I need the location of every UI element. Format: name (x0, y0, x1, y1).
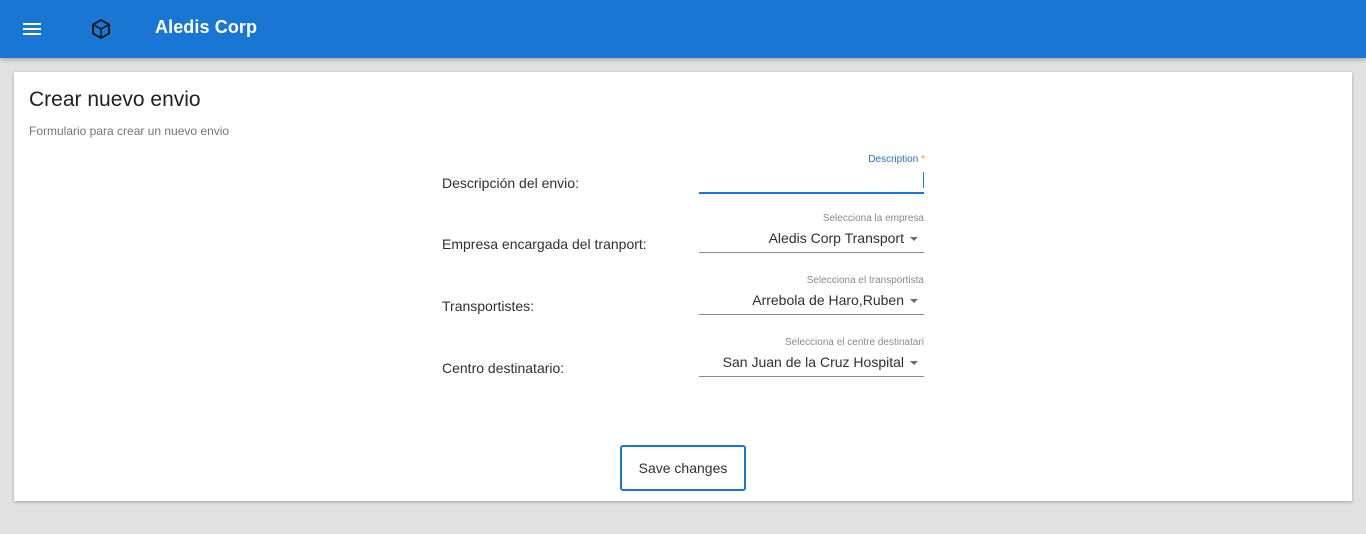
description-row-label: Descripción del envio: (442, 175, 579, 191)
transportista-selected-value[interactable]: Arrebola de Haro,Ruben (752, 292, 904, 308)
dropdown-arrow-icon[interactable] (910, 237, 918, 241)
menu-button[interactable] (14, 11, 50, 47)
centro-selected-value[interactable]: San Juan de la Cruz Hospital (723, 354, 904, 370)
app-title: Aledis Corp (155, 17, 258, 37)
page-subtitle: Formulario para crear un nuevo envio (29, 124, 230, 138)
save-button[interactable]: Save changes (620, 445, 746, 491)
transportista-underline (699, 314, 924, 315)
description-field-label: Description * (868, 154, 925, 165)
app-bar: Aledis Corp (0, 0, 1366, 58)
dropdown-arrow-icon[interactable] (910, 299, 918, 303)
transportista-row-label: Transportistes: (442, 298, 535, 314)
description-underline (699, 192, 924, 194)
empresa-selected-value[interactable]: Aledis Corp Transport (769, 230, 904, 246)
logo (88, 16, 114, 42)
page-title: Crear nuevo envio (29, 88, 201, 111)
transportista-select[interactable]: Selecciona el transportista Arrebola de … (699, 275, 924, 315)
centro-row-label: Centro destinatario: (442, 360, 565, 376)
centro-field-label: Selecciona el centre destinatari (785, 337, 924, 348)
transportista-field-label: Selecciona el transportista (806, 275, 924, 286)
cube-icon (92, 19, 110, 39)
text-cursor (923, 172, 924, 188)
empresa-row-label: Empresa encargada del tranport: (442, 236, 647, 252)
empresa-select[interactable]: Selecciona la empresa Aledis Corp Transp… (699, 213, 924, 253)
centro-underline (699, 376, 924, 377)
centro-select[interactable]: Selecciona el centre destinatari San Jua… (699, 337, 924, 377)
dropdown-arrow-icon[interactable] (910, 361, 918, 365)
required-marker: * (921, 154, 925, 165)
empresa-field-label: Selecciona la empresa (822, 213, 924, 224)
menu-icon (23, 23, 41, 35)
description-field[interactable]: Description * (699, 154, 925, 194)
form-card: Crear nuevo envio Formulario para crear … (14, 72, 1352, 501)
empresa-underline (699, 252, 924, 253)
